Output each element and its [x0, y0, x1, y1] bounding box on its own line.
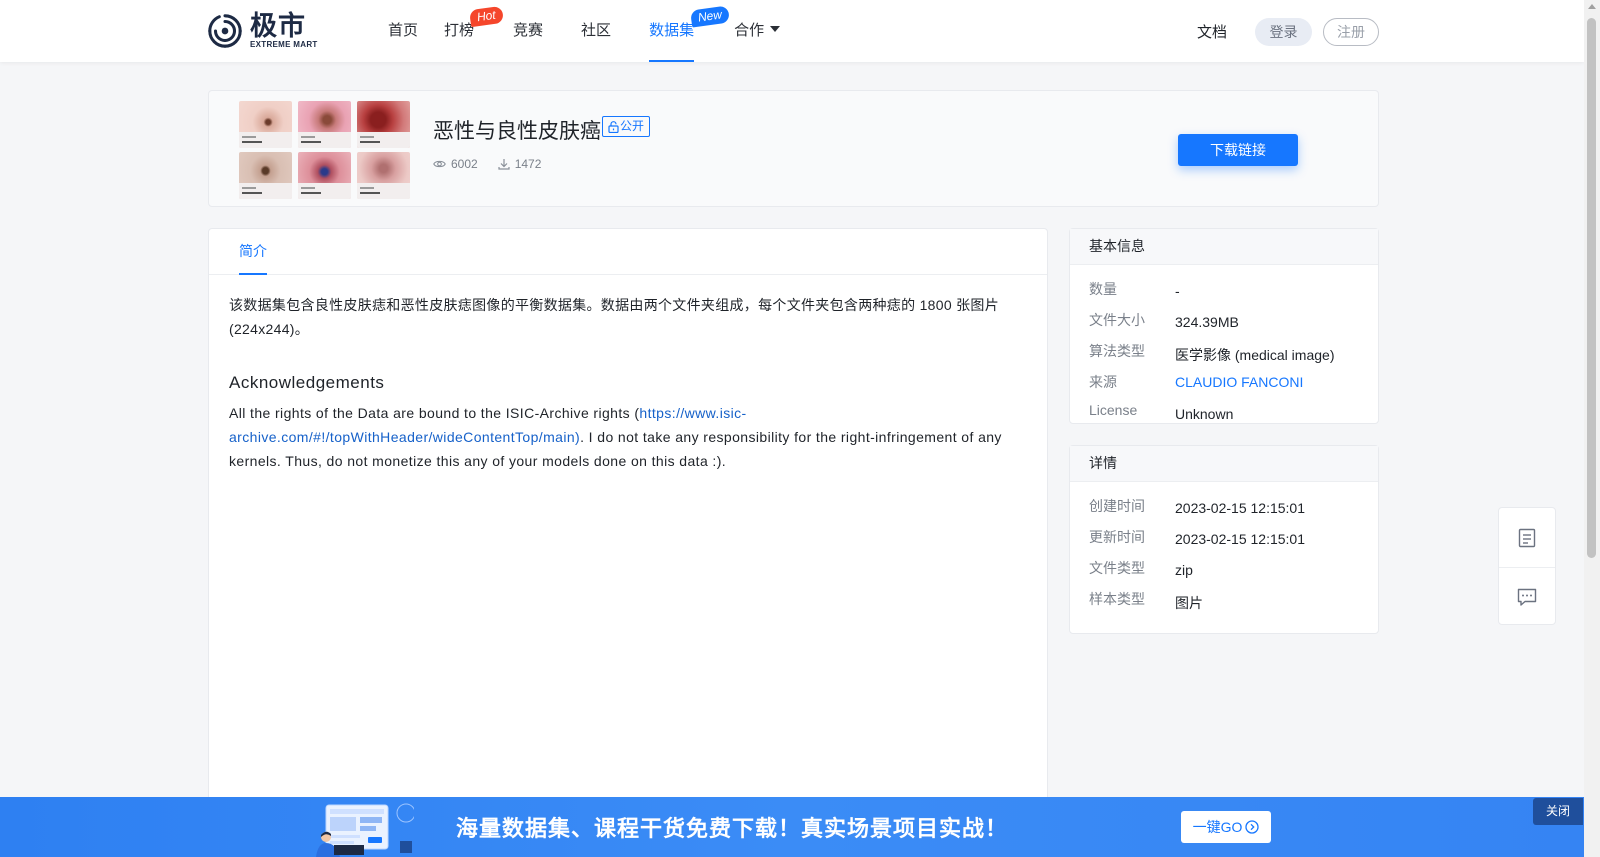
page-scrollbar[interactable]: [1584, 0, 1600, 857]
info-key: 数量: [1089, 281, 1117, 297]
go-button[interactable]: 一键GO: [1181, 811, 1271, 843]
info-value: 2023-02-15 12:15:01: [1175, 531, 1305, 547]
thumbnail-image: [298, 152, 351, 199]
info-key: 文件大小: [1089, 312, 1145, 328]
visibility-tag: 公开: [602, 116, 651, 137]
nav-item-competition[interactable]: 竞赛: [513, 0, 543, 62]
nav-item-ranking[interactable]: 打榜 Hot: [444, 0, 504, 62]
banner-close-button[interactable]: 关闭: [1533, 798, 1583, 825]
ack-text-before: All the rights of the Data are bound to …: [229, 405, 640, 421]
arrow-right-circle-icon: [1245, 820, 1260, 834]
logo-name-cn: 极市: [250, 11, 306, 41]
go-button-label: 一键GO: [1192, 819, 1243, 835]
thumbnail-image: [239, 152, 292, 199]
description-panel: 简介 该数据集包含良性皮肤痣和恶性皮肤痣图像的平衡数据集。数据由两个文件夹组成，…: [208, 228, 1048, 857]
info-row-source: 来源 CLAUDIO FANCONI: [1070, 368, 1378, 398]
download-link-button[interactable]: 下载链接: [1178, 134, 1298, 166]
nav-item-cooperation[interactable]: 合作: [734, 0, 781, 62]
info-value: 324.39MB: [1175, 314, 1239, 330]
info-key: License: [1089, 402, 1138, 418]
dataset-thumbnail-grid[interactable]: [239, 101, 410, 199]
logo[interactable]: 极市 EXTREME MART: [206, 12, 318, 50]
nav-item-community[interactable]: 社区: [581, 0, 611, 62]
info-row-file-type: 文件类型 zip: [1070, 554, 1378, 585]
info-value: Unknown: [1175, 406, 1234, 422]
banner-headline: 海量数据集、课程干货免费下载！真实场景项目实战！: [456, 816, 1009, 841]
thumbnail-image: [357, 101, 410, 148]
caret-down-icon: [770, 26, 781, 32]
download-icon: [498, 159, 510, 170]
nav-item-label: 社区: [581, 22, 612, 39]
info-row-file-size: 文件大小 324.39MB: [1070, 306, 1378, 337]
register-button[interactable]: 注册: [1323, 18, 1379, 46]
scrollbar-thumb[interactable]: [1587, 18, 1596, 558]
info-value: 医学影像 (medical image): [1175, 347, 1335, 363]
visibility-label: 公开: [620, 119, 645, 133]
details-panel: 详情 创建时间 2023-02-15 12:15:01 更新时间 2023-02…: [1069, 445, 1379, 634]
basic-info-panel: 基本信息 数量 - 文件大小 324.39MB 算法类型 医学影像 (medic…: [1069, 228, 1379, 424]
info-value: -: [1175, 283, 1180, 299]
acknowledgements-heading: Acknowledgements: [229, 373, 385, 392]
new-badge: New: [690, 5, 731, 28]
info-key: 样本类型: [1089, 591, 1145, 607]
info-key: 创建时间: [1089, 498, 1145, 514]
intro-text: 该数据集包含良性皮肤痣和恶性皮肤痣图像的平衡数据集。数据由两个文件夹组成，每个文…: [229, 297, 1000, 337]
promo-banner: 海量数据集、课程干货免费下载！真实场景项目实战！ 一键GO: [0, 797, 1584, 857]
unlock-icon: [608, 120, 619, 133]
login-button[interactable]: 登录: [1255, 18, 1312, 46]
info-key: 更新时间: [1089, 529, 1145, 545]
views-stat: 6002: [433, 157, 478, 171]
logo-mark-icon: [208, 14, 242, 48]
document-tool-button[interactable]: [1499, 508, 1555, 567]
thumbnail-image: [298, 101, 351, 148]
acknowledgements-text: All the rights of the Data are bound to …: [229, 401, 1027, 473]
nav-item-datasets[interactable]: 数据集 New: [649, 0, 731, 62]
nav-item-home[interactable]: 首页: [388, 0, 418, 62]
info-row-algorithm-type: 算法类型 医学影像 (medical image): [1070, 337, 1378, 368]
hot-badge: Hot: [468, 5, 504, 28]
info-row-created: 创建时间 2023-02-15 12:15:01: [1070, 492, 1378, 523]
description-content: 该数据集包含良性皮肤痣和恶性皮肤痣图像的平衡数据集。数据由两个文件夹组成，每个文…: [209, 275, 1047, 473]
nav-item-label: 首页: [388, 22, 419, 39]
chat-icon: [1517, 588, 1537, 606]
dataset-title: 恶性与良性皮肤癌: [433, 120, 601, 143]
nav-item-label: 竞赛: [513, 22, 544, 39]
source-link[interactable]: CLAUDIO FANCONI: [1175, 374, 1303, 390]
docs-link[interactable]: 文档: [1197, 21, 1227, 42]
info-value: 图片: [1175, 595, 1203, 611]
details-heading: 详情: [1070, 446, 1378, 482]
downloads-count: 1472: [514, 157, 542, 171]
info-key: 来源: [1089, 374, 1117, 390]
tab-intro[interactable]: 简介: [239, 229, 267, 275]
dataset-summary-card: 恶性与良性皮肤癌 公开 6002 1472 下载链接: [208, 90, 1379, 207]
top-header: 极市 EXTREME MART 首页 打榜 Hot 竞赛 社区 数据集 New …: [0, 0, 1584, 62]
thumbnail-image: [239, 101, 292, 148]
info-key: 文件类型: [1089, 560, 1145, 576]
nav-item-label: 数据集: [649, 22, 695, 39]
info-value: 2023-02-15 12:15:01: [1175, 500, 1305, 516]
nav-item-label: 打榜: [444, 22, 475, 39]
floating-side-tools: [1498, 507, 1556, 625]
nav-item-label: 合作: [734, 22, 765, 39]
eye-icon: [433, 160, 446, 168]
document-icon: [1518, 528, 1536, 547]
info-key: 算法类型: [1089, 343, 1145, 359]
dataset-stats: 6002 1472: [433, 157, 561, 171]
scroll-up-arrow-icon[interactable]: [1588, 4, 1596, 9]
info-row-sample-type: 样本类型 图片: [1070, 585, 1378, 616]
views-count: 6002: [451, 157, 478, 171]
logo-name-en: EXTREME MART: [250, 40, 318, 49]
thumbnail-image: [357, 152, 410, 199]
info-value: zip: [1175, 562, 1193, 578]
basic-info-heading: 基本信息: [1070, 229, 1378, 265]
person-laptop-illustration-icon: [316, 803, 414, 857]
main-nav: 首页 打榜 Hot 竞赛 社区 数据集 New 合作: [360, 0, 781, 62]
info-row-count: 数量 -: [1070, 275, 1378, 306]
downloads-stat: 1472: [498, 157, 542, 171]
content-tabs: 简介: [209, 229, 1047, 275]
feedback-tool-button[interactable]: [1499, 567, 1555, 626]
info-row-license: License Unknown: [1070, 398, 1378, 428]
info-row-updated: 更新时间 2023-02-15 12:15:01: [1070, 523, 1378, 554]
